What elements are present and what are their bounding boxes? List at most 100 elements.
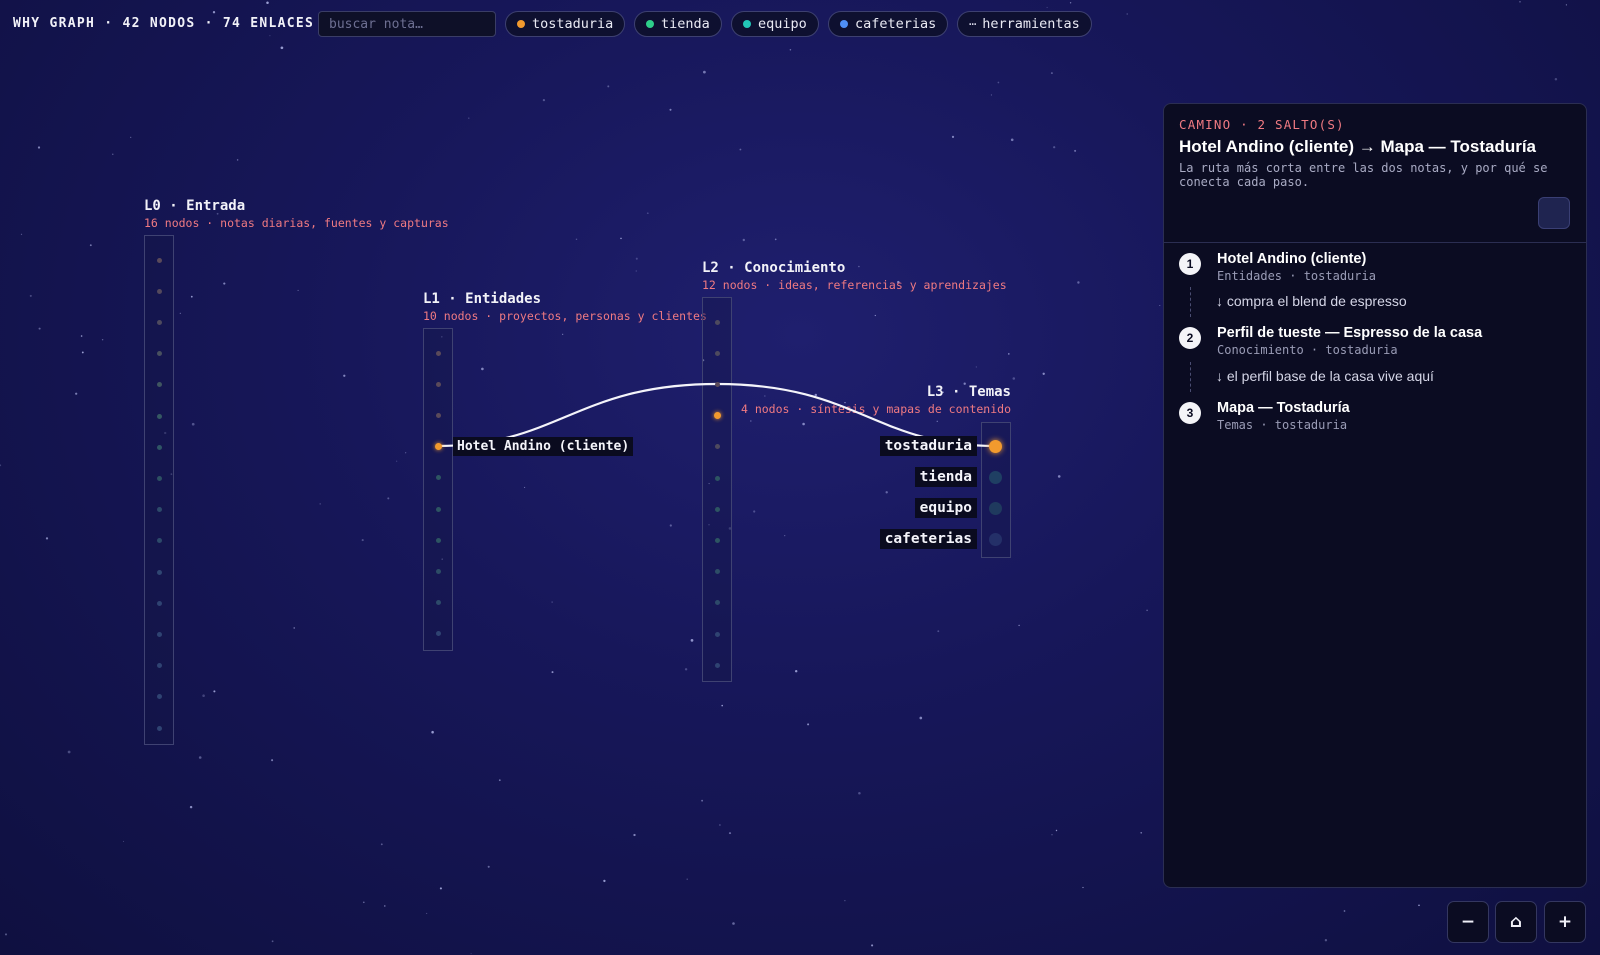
graph-node[interactable] bbox=[714, 475, 720, 481]
star bbox=[1050, 72, 1053, 75]
graph-node[interactable] bbox=[156, 257, 162, 263]
star bbox=[1077, 281, 1080, 284]
step-number: 1 bbox=[1179, 253, 1201, 275]
graph-node[interactable] bbox=[714, 444, 720, 450]
star bbox=[1008, 353, 1010, 355]
star bbox=[80, 335, 83, 337]
graph-node[interactable] bbox=[156, 694, 162, 700]
star bbox=[742, 238, 745, 242]
filter-tostaduria[interactable]: tostaduria bbox=[505, 11, 626, 37]
graph-node[interactable] bbox=[714, 631, 720, 637]
star bbox=[67, 750, 71, 754]
zoom-out-button[interactable]: − bbox=[1447, 901, 1489, 943]
topic-label-tienda[interactable]: tienda bbox=[914, 467, 977, 487]
filter-label: cafeterias bbox=[855, 16, 937, 32]
graph-node[interactable] bbox=[435, 381, 441, 387]
graph-node[interactable] bbox=[156, 444, 162, 450]
graph-node[interactable] bbox=[156, 538, 162, 544]
graph-node[interactable] bbox=[714, 569, 720, 575]
graph-node[interactable] bbox=[434, 443, 442, 451]
star bbox=[1159, 304, 1161, 307]
graph-node[interactable] bbox=[435, 537, 441, 543]
layer-column-l0[interactable] bbox=[144, 235, 174, 745]
graph-node[interactable] bbox=[435, 631, 441, 637]
layer-title-l0: L0 · Entrada bbox=[144, 198, 246, 214]
topic-node-tienda[interactable] bbox=[989, 471, 1002, 484]
filter-herramientas[interactable]: ⋯ herramientas bbox=[957, 11, 1092, 37]
graph-node[interactable] bbox=[156, 319, 162, 325]
graph-node[interactable] bbox=[156, 569, 162, 575]
panel-divider bbox=[1164, 242, 1586, 243]
graph-node[interactable] bbox=[435, 475, 441, 481]
graph-node[interactable] bbox=[156, 507, 162, 513]
star bbox=[101, 338, 104, 341]
graph-node[interactable] bbox=[714, 381, 720, 387]
topic-label-tostaduria[interactable]: tostaduria bbox=[879, 436, 977, 456]
graph-node[interactable] bbox=[435, 350, 441, 356]
graph-node[interactable] bbox=[156, 288, 162, 294]
graph-node[interactable] bbox=[435, 412, 441, 418]
graph-node[interactable] bbox=[714, 319, 720, 325]
graph-node[interactable] bbox=[156, 351, 162, 357]
star bbox=[343, 374, 346, 377]
star bbox=[81, 351, 84, 354]
graph-node[interactable] bbox=[714, 506, 720, 512]
step-connector bbox=[1190, 362, 1191, 392]
star bbox=[719, 824, 721, 826]
topic-node-tostaduria[interactable] bbox=[989, 440, 1002, 453]
star bbox=[844, 900, 846, 902]
graph-node[interactable] bbox=[714, 537, 720, 543]
star bbox=[1018, 624, 1020, 627]
graph-node[interactable] bbox=[156, 631, 162, 637]
step-connector bbox=[1190, 287, 1191, 317]
top-bar: WHY GRAPH · 42 NODOS · 74 ENLACES tostad… bbox=[0, 0, 1600, 48]
star bbox=[223, 282, 226, 285]
panel-close-button[interactable] bbox=[1538, 197, 1570, 229]
topic-label-cafeterias[interactable]: cafeterias bbox=[879, 529, 977, 549]
topic-node-equipo[interactable] bbox=[989, 502, 1002, 515]
cafeterias-dot-icon bbox=[840, 20, 848, 28]
star bbox=[293, 627, 295, 629]
graph-node[interactable] bbox=[714, 600, 720, 606]
graph-node[interactable] bbox=[156, 725, 162, 731]
star bbox=[807, 723, 810, 726]
graph-node[interactable] bbox=[156, 475, 162, 481]
star bbox=[749, 420, 752, 422]
topic-label-equipo[interactable]: equipo bbox=[914, 498, 977, 518]
home-button[interactable]: ⌂ bbox=[1495, 901, 1537, 943]
star bbox=[271, 759, 274, 762]
zoom-in-button[interactable]: + bbox=[1544, 901, 1586, 943]
star bbox=[4, 933, 8, 936]
star bbox=[191, 422, 195, 426]
layer-title-l3: L3 · Temas bbox=[926, 384, 1011, 400]
star bbox=[936, 420, 938, 422]
topic-node-cafeterias[interactable] bbox=[989, 533, 1002, 546]
graph-node[interactable] bbox=[714, 350, 720, 356]
graph-node[interactable] bbox=[156, 600, 162, 606]
star bbox=[1554, 77, 1558, 81]
panel-kicker: CAMINO · 2 SALTO(S) bbox=[1179, 117, 1345, 132]
graph-node[interactable] bbox=[714, 662, 720, 668]
graph-node[interactable] bbox=[156, 413, 162, 419]
star bbox=[387, 497, 390, 500]
layer-title-l1: L1 · Entidades bbox=[423, 291, 542, 307]
step-reason-2: ↓ el perfil base de la casa vive aquí bbox=[1216, 368, 1434, 384]
star bbox=[468, 117, 470, 119]
graph-node[interactable] bbox=[435, 600, 441, 606]
layer-subtitle-l2: 12 nodos · ideas, referencias y aprendiz… bbox=[702, 278, 1007, 292]
filter-tienda[interactable]: tienda bbox=[634, 11, 722, 37]
graph-node[interactable] bbox=[435, 568, 441, 574]
layer-subtitle-l1: 10 nodos · proyectos, personas y cliente… bbox=[423, 309, 707, 323]
graph-node[interactable] bbox=[156, 663, 162, 669]
node-label-hotel-andino[interactable]: Hotel Andino (cliente) bbox=[453, 437, 634, 456]
graph-node[interactable] bbox=[713, 412, 721, 420]
filter-equipo[interactable]: equipo bbox=[731, 11, 819, 37]
graph-node[interactable] bbox=[156, 382, 162, 388]
star bbox=[1146, 609, 1148, 612]
star bbox=[198, 756, 202, 759]
filter-cafeterias[interactable]: cafeterias bbox=[828, 11, 949, 37]
star bbox=[551, 671, 554, 674]
search-input[interactable] bbox=[318, 11, 496, 37]
graph-node[interactable] bbox=[435, 506, 441, 512]
star bbox=[732, 922, 735, 925]
